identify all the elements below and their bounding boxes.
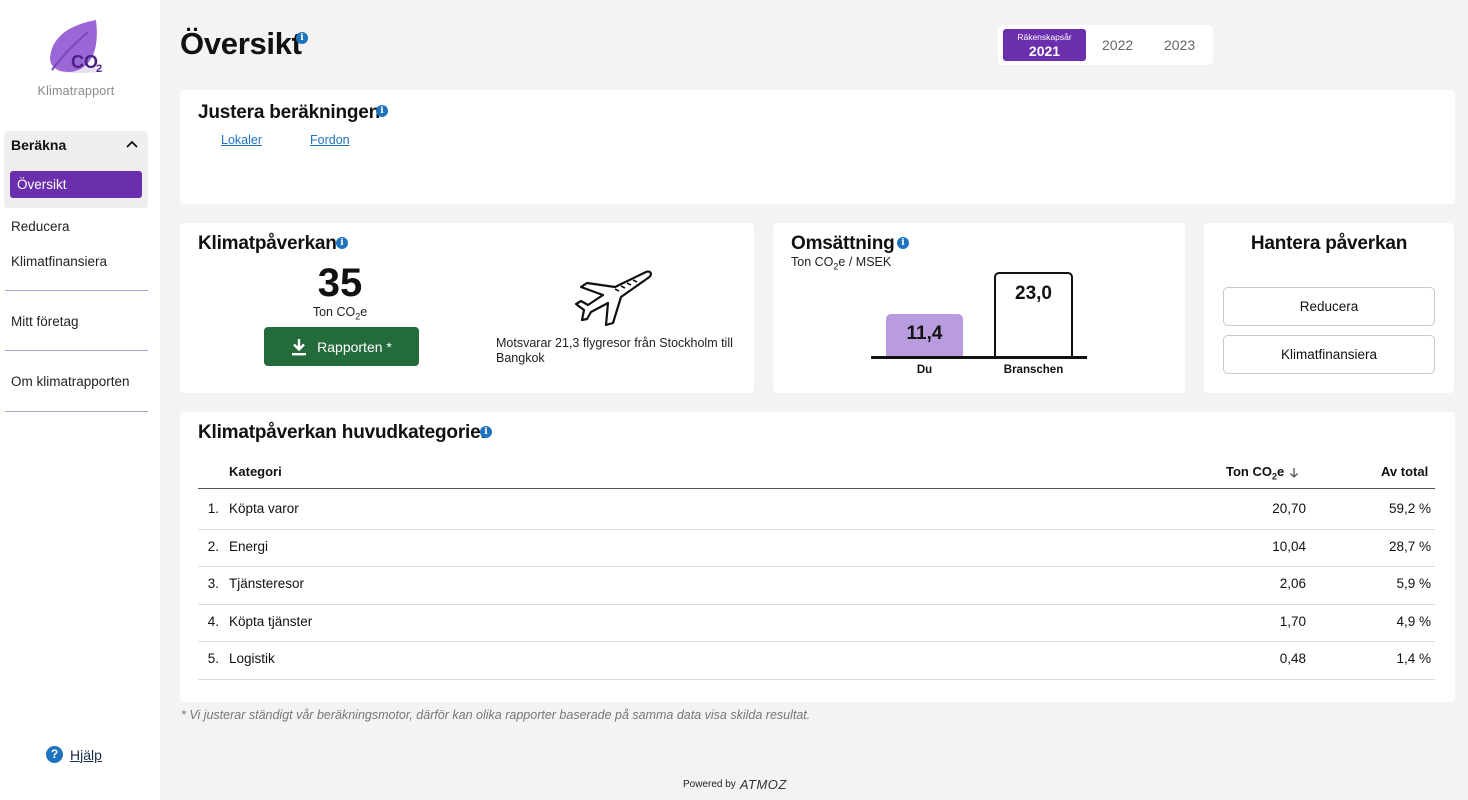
nav-group-header[interactable]: Beräkna xyxy=(11,137,66,153)
sidebar-item-reducera[interactable]: Reducera xyxy=(11,219,70,234)
page-title: Översikt xyxy=(180,26,302,61)
table-row: 5. Logistik 0,48 1,4 % xyxy=(180,642,1455,680)
year-selector: Räkenskapsår 2021 2022 2023 xyxy=(998,25,1213,65)
sidebar-item-mitt-foretag[interactable]: Mitt företag xyxy=(11,314,79,329)
download-button-label: Rapporten * xyxy=(317,338,392,355)
link-lokaler[interactable]: Lokaler xyxy=(221,133,262,147)
selected-year: 2021 xyxy=(1028,43,1061,59)
flight-equivalent-text: Motsvarar 21,3 flygresor från Stockholm … xyxy=(496,336,733,365)
sort-arrow-down-icon[interactable] xyxy=(1289,467,1299,479)
chart-baseline xyxy=(871,356,1087,359)
categories-title: Klimatpåverkan huvudkategorier xyxy=(198,422,488,443)
help-icon[interactable]: ? xyxy=(46,746,63,763)
atmoz-logo: ATMOZ xyxy=(739,777,787,792)
bar-value-label: 23,0 xyxy=(1015,283,1052,304)
column-header-ton[interactable]: Ton CO2e xyxy=(1226,464,1284,482)
year-option-selected[interactable]: Räkenskapsår 2021 xyxy=(1003,29,1086,61)
bar-category-label: Branschen xyxy=(1003,364,1064,376)
sidebar-item-klimatfinansiera[interactable]: Klimatfinansiera xyxy=(11,254,107,269)
turnover-title: Omsättning xyxy=(791,233,895,254)
year-option-2023[interactable]: 2023 xyxy=(1164,37,1195,53)
svg-text:2: 2 xyxy=(96,63,102,75)
help[interactable]: ? Hjälp xyxy=(46,746,102,763)
row-category: Energi xyxy=(229,538,269,554)
help-link[interactable]: Hjälp xyxy=(70,747,102,763)
adjust-card: Justera beräkningen i Lokaler Fordon xyxy=(180,90,1455,204)
divider xyxy=(5,290,148,291)
row-share: 28,7 % xyxy=(1388,538,1431,554)
categories-card: Klimatpåverkan huvudkategorier i Kategor… xyxy=(180,412,1455,702)
manage-card: Hantera påverkan Reducera Klimatfinansie… xyxy=(1204,223,1454,393)
row-rank: 3. xyxy=(207,576,219,591)
table-row: 4. Köpta tjänster 1,70 4,9 % xyxy=(180,605,1455,642)
download-report-button[interactable]: Rapporten * xyxy=(264,327,419,366)
turnover-unit: Ton CO2e / MSEK xyxy=(791,255,892,272)
column-header-av-total: Av total xyxy=(1381,464,1429,479)
row-category: Köpta tjänster xyxy=(229,613,313,629)
download-icon xyxy=(292,338,307,355)
info-icon[interactable]: i xyxy=(480,426,492,438)
bar-category-label: Du xyxy=(916,364,933,376)
turnover-card: Omsättning i Ton CO2e / MSEK 11,4 Du 23,0 B… xyxy=(773,223,1185,393)
powered-by: Powered by ATMOZ xyxy=(683,777,787,792)
row-share: 1,4 % xyxy=(1396,651,1431,666)
klimatfinansiera-button[interactable]: Klimatfinansiera xyxy=(1223,335,1435,374)
row-category: Logistik xyxy=(229,651,275,666)
manage-title: Hantera påverkan xyxy=(1250,233,1408,254)
table-row: 3. Tjänsteresor 2,06 5,9 % xyxy=(180,567,1455,605)
row-category: Tjänsteresor xyxy=(229,576,305,591)
reducera-button[interactable]: Reducera xyxy=(1223,287,1435,326)
row-ton: 0,48 xyxy=(1279,651,1306,666)
airplane-icon xyxy=(574,270,652,327)
row-rank: 5. xyxy=(207,651,219,666)
footnote: * Vi justerar ständigt vår beräkningsmot… xyxy=(181,708,811,722)
divider xyxy=(5,411,148,412)
table-row: 2. Energi 10,04 28,7 % xyxy=(180,530,1455,567)
row-share: 4,9 % xyxy=(1396,613,1431,629)
impact-unit: Ton CO2e xyxy=(312,305,368,322)
impact-card: Klimatpåverkan i 35 Ton CO2e Rapporten *… xyxy=(180,223,754,393)
row-share: 59,2 % xyxy=(1388,501,1431,516)
link-fordon[interactable]: Fordon xyxy=(310,133,350,147)
info-icon[interactable]: i xyxy=(897,237,909,249)
bar-du: 11,4 xyxy=(886,314,963,356)
info-icon[interactable]: i xyxy=(336,237,348,249)
powered-by-label: Powered by xyxy=(683,779,736,790)
adjust-title: Justera beräkningen xyxy=(198,102,381,123)
column-header-kategori: Kategori xyxy=(229,464,282,479)
bar-value-label: 11,4 xyxy=(906,323,943,344)
row-category: Köpta varor xyxy=(229,501,299,516)
info-icon[interactable]: i xyxy=(376,105,388,117)
row-rank: 4. xyxy=(207,613,219,629)
sidebar: CO 2 Klimatrapport Beräkna Översikt Redu… xyxy=(0,0,160,800)
sidebar-item-om-klimatrapporten[interactable]: Om klimatrapporten xyxy=(11,374,130,389)
chevron-up-icon[interactable] xyxy=(126,139,138,151)
nav-group-berakna: Beräkna Översikt xyxy=(4,131,148,208)
info-icon[interactable]: i xyxy=(296,32,308,44)
row-rank: 2. xyxy=(207,538,219,554)
sidebar-item-oversikt[interactable]: Översikt xyxy=(10,171,142,198)
year-label: Räkenskapsår xyxy=(1017,32,1072,42)
co2-leaf-logo: CO 2 xyxy=(50,20,104,75)
row-share: 5,9 % xyxy=(1396,576,1431,591)
divider xyxy=(5,350,148,351)
year-option-2022[interactable]: 2022 xyxy=(1102,37,1133,53)
app-caption: Klimatrapport xyxy=(37,84,115,98)
table-header-divider xyxy=(198,488,1435,489)
impact-value: 35 xyxy=(317,261,363,305)
impact-title: Klimatpåverkan xyxy=(198,233,337,254)
bar-branschen: 23,0 xyxy=(994,272,1073,356)
table-row: 1. Köpta varor 20,70 59,2 % xyxy=(180,492,1455,530)
row-rank: 1. xyxy=(207,501,219,516)
row-divider xyxy=(198,678,1435,680)
row-ton: 2,06 xyxy=(1279,576,1306,591)
svg-text:CO: CO xyxy=(71,52,98,72)
row-ton: 20,70 xyxy=(1272,501,1306,516)
row-ton: 10,04 xyxy=(1272,538,1306,554)
row-ton: 1,70 xyxy=(1279,613,1306,629)
